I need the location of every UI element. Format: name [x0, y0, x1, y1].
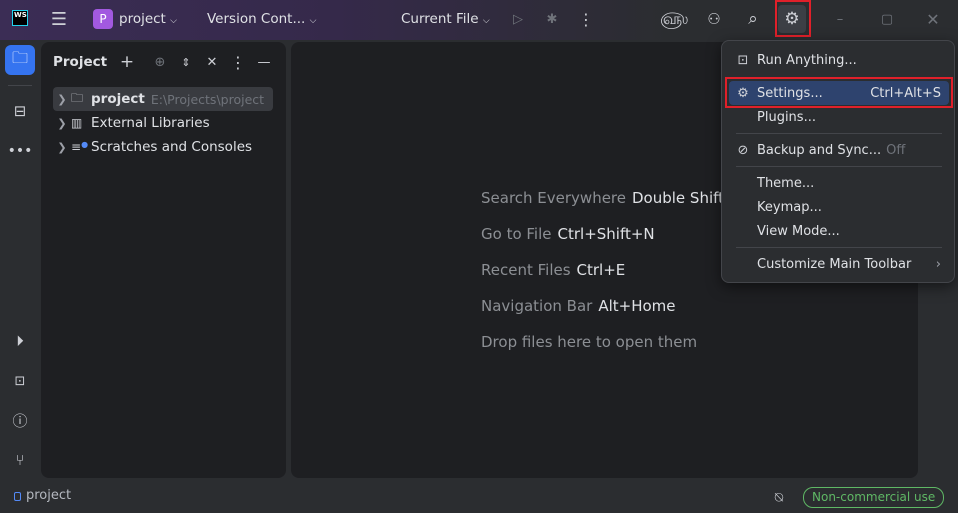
hint-shortcut: Ctrl+Shift+N: [557, 225, 655, 243]
collapse-all-icon[interactable]: ✕: [202, 52, 222, 72]
menu-label: View Mode...: [757, 223, 840, 239]
chevron-right-icon[interactable]: ❯: [53, 141, 71, 154]
disabled-icon: ⊘: [737, 142, 749, 158]
vcs-label: Version Cont...: [207, 11, 306, 27]
main-menu-icon[interactable]: ☰: [48, 9, 70, 30]
locate-icon[interactable]: ⊕: [150, 52, 170, 72]
chevron-right-icon: ›: [935, 256, 941, 272]
hint-label: Drop files here to open them: [481, 333, 698, 351]
expand-all-icon[interactable]: ⇕: [176, 52, 196, 72]
add-user-icon[interactable]: ⚇: [703, 9, 725, 29]
scratches-icon: ≡●: [71, 140, 89, 154]
hint-label: Navigation Bar: [481, 297, 593, 315]
run-config-label: Current File: [401, 11, 479, 27]
project-name: project: [119, 11, 166, 27]
hint-shortcut: Alt+Home: [598, 297, 676, 315]
project-tool-button[interactable]: 🗀: [5, 45, 35, 75]
menu-item-plugins[interactable]: Plugins...: [729, 105, 949, 129]
app-logo[interactable]: WS: [12, 10, 28, 26]
hint-shortcut: Ctrl+E: [576, 261, 626, 279]
hint-navigation-bar: Navigation Bar Alt+Home: [481, 297, 676, 315]
git-icon[interactable]: ⑂: [8, 449, 32, 471]
close-icon[interactable]: ✕: [923, 9, 943, 29]
hint-go-to-file: Go to File Ctrl+Shift+N: [481, 225, 655, 243]
annotation-highlight-gear: [775, 0, 811, 37]
hint-label: Recent Files: [481, 261, 571, 279]
vcs-selector[interactable]: Version Cont... ⌵: [207, 11, 316, 27]
hide-panel-icon[interactable]: —: [254, 52, 274, 72]
chevron-right-icon[interactable]: ❯: [53, 117, 71, 130]
minimize-icon[interactable]: –: [830, 9, 850, 29]
menu-label: Keymap...: [757, 199, 822, 215]
menu-label: Customize Main Toolbar: [757, 256, 912, 272]
menu-separator: [736, 133, 942, 134]
menu-state: Off: [886, 142, 906, 158]
menu-label: Backup and Sync...: [757, 142, 882, 158]
project-panel-title: Project: [53, 54, 108, 70]
menu-label: Plugins...: [757, 109, 816, 125]
hint-recent-files: Recent Files Ctrl+E: [481, 261, 625, 279]
menu-item-customize-toolbar[interactable]: Customize Main Toolbar ›: [729, 252, 949, 276]
more-tools-icon[interactable]: •••: [8, 140, 33, 162]
library-icon: ▥: [71, 116, 83, 130]
more-icon[interactable]: ⋮: [576, 9, 596, 29]
folder-icon: 🗀: [71, 90, 84, 105]
tree-label: Scratches and Consoles: [91, 139, 253, 155]
hint-label: Search Everywhere: [481, 189, 626, 207]
tree-item-external-libraries[interactable]: ❯ ▥ External Libraries: [53, 111, 273, 135]
services-icon[interactable]: ⏵: [8, 330, 32, 352]
run-anything-icon: ⊡: [737, 52, 749, 68]
hint-label: Go to File: [481, 225, 552, 243]
problems-icon[interactable]: ⓘ: [8, 409, 32, 431]
tree-path: E:\Projects\project: [150, 91, 265, 107]
divider: [8, 85, 32, 86]
menu-item-backup-sync[interactable]: ⊘ Backup and Sync... Off: [729, 138, 949, 162]
tree-item-project[interactable]: ❯ 🗀 project E:\Projects\project: [53, 87, 273, 111]
ai-assistant-icon[interactable]: ௵: [660, 9, 688, 29]
menu-label: Run Anything...: [757, 52, 857, 68]
menu-separator: [736, 166, 942, 167]
menu-item-theme[interactable]: Theme...: [729, 171, 949, 195]
menu-label: Theme...: [757, 175, 815, 191]
chevron-right-icon[interactable]: ❯: [53, 93, 71, 106]
notifications-off-icon[interactable]: ⍉: [770, 488, 788, 508]
hint-search-everywhere: Search Everywhere Double Shift: [481, 189, 724, 207]
chevron-down-icon: ⌵: [170, 16, 177, 26]
debug-icon[interactable]: ✱: [542, 9, 562, 29]
tree-item-scratches[interactable]: ❯ ≡● Scratches and Consoles: [53, 135, 273, 159]
license-badge[interactable]: Non-commercial use: [803, 487, 945, 508]
hint-shortcut: Double Shift: [632, 189, 725, 207]
project-badge[interactable]: P: [93, 9, 113, 29]
terminal-icon[interactable]: ⊡: [8, 370, 32, 392]
add-icon[interactable]: +: [117, 52, 137, 72]
status-bar: project ⍉ Non-commercial use: [0, 483, 958, 513]
menu-item-view-mode[interactable]: View Mode...: [729, 219, 949, 243]
menu-separator: [736, 247, 942, 248]
search-icon[interactable]: ⌕: [742, 8, 764, 30]
tree-label: project: [91, 91, 145, 107]
options-icon[interactable]: ⋮: [228, 52, 248, 72]
tree-label: External Libraries: [91, 115, 210, 131]
maximize-icon[interactable]: ▢: [877, 9, 897, 29]
annotation-highlight-settings: [725, 77, 953, 108]
chevron-down-icon: ⌵: [309, 16, 317, 26]
project-selector[interactable]: project ⌵: [119, 11, 177, 27]
hint-drop-files: Drop files here to open them: [481, 333, 697, 351]
run-icon[interactable]: ▷: [508, 9, 528, 29]
chevron-down-icon: ⌵: [482, 16, 490, 26]
status-project[interactable]: project: [26, 488, 71, 503]
menu-item-keymap[interactable]: Keymap...: [729, 195, 949, 219]
structure-icon[interactable]: ⊟: [8, 100, 32, 122]
menu-item-run-anything[interactable]: ⊡ Run Anything...: [729, 48, 949, 72]
run-config-selector[interactable]: Current File ⌵: [401, 11, 490, 27]
project-status-icon: [14, 492, 21, 501]
